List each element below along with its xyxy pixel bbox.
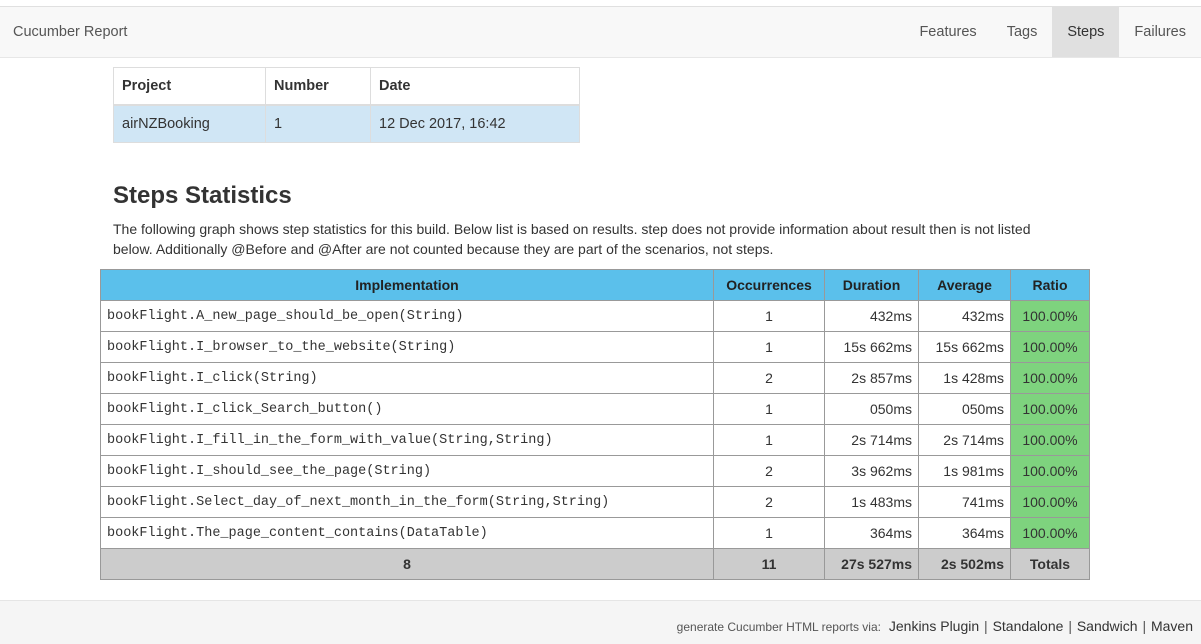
step-average: 050ms <box>918 393 1011 425</box>
nav-features[interactable]: Features <box>904 7 991 57</box>
sandwich-link[interactable]: Sandwich <box>1077 618 1138 634</box>
step-ratio: 100.00% <box>1010 517 1090 549</box>
footer-separator: | <box>1142 618 1147 634</box>
table-row: bookFlight.I_click_Search_button() 1 050… <box>100 393 1090 425</box>
table-row: bookFlight.Select_day_of_next_month_in_t… <box>100 486 1090 518</box>
step-duration: 2s 857ms <box>824 362 919 394</box>
step-ratio: 100.00% <box>1010 486 1090 518</box>
project-header-row: Project Number Date <box>113 67 580 105</box>
step-average: 741ms <box>918 486 1011 518</box>
step-implementation: bookFlight.I_fill_in_the_form_with_value… <box>100 424 714 456</box>
step-implementation: bookFlight.I_should_see_the_page(String) <box>100 455 714 487</box>
totals-label: Totals <box>1010 548 1090 580</box>
step-occurrences: 1 <box>713 300 825 332</box>
footer-prefix: generate Cucumber HTML reports via: <box>676 620 881 634</box>
table-row: bookFlight.I_fill_in_the_form_with_value… <box>100 424 1090 456</box>
maven-link[interactable]: Maven <box>1151 618 1193 634</box>
table-row: bookFlight.A_new_page_should_be_open(Str… <box>100 300 1090 332</box>
total-occurrences: 11 <box>713 548 825 580</box>
step-ratio: 100.00% <box>1010 455 1090 487</box>
step-duration: 3s 962ms <box>824 455 919 487</box>
implementation-header[interactable]: Implementation <box>100 269 714 301</box>
step-duration: 1s 483ms <box>824 486 919 518</box>
build-number: 1 <box>265 104 371 143</box>
step-ratio: 100.00% <box>1010 362 1090 394</box>
brand-title[interactable]: Cucumber Report <box>13 7 127 57</box>
build-date: 12 Dec 2017, 16:42 <box>370 104 580 143</box>
average-header[interactable]: Average <box>918 269 1011 301</box>
jenkins-plugin-link[interactable]: Jenkins Plugin <box>889 618 979 634</box>
browser-top-strip <box>0 0 1201 7</box>
step-ratio: 100.00% <box>1010 300 1090 332</box>
step-occurrences: 2 <box>713 486 825 518</box>
step-ratio: 100.00% <box>1010 424 1090 456</box>
project-info-table: Project Number Date airNZBooking 1 12 De… <box>113 67 580 143</box>
steps-table: Implementation Occurrences Duration Aver… <box>100 269 1090 580</box>
totals-row: 8 11 27s 527ms 2s 502ms Totals <box>100 548 1090 580</box>
step-average: 432ms <box>918 300 1011 332</box>
table-row: bookFlight.The_page_content_contains(Dat… <box>100 517 1090 549</box>
footer-separator: | <box>1068 618 1072 634</box>
step-duration: 15s 662ms <box>824 331 919 363</box>
footer: generate Cucumber HTML reports via: Jenk… <box>0 600 1201 644</box>
step-occurrences: 1 <box>713 424 825 456</box>
step-duration: 432ms <box>824 300 919 332</box>
step-implementation: bookFlight.I_click_Search_button() <box>100 393 714 425</box>
step-duration: 2s 714ms <box>824 424 919 456</box>
page-title: Steps Statistics <box>113 182 292 209</box>
total-steps: 8 <box>100 548 714 580</box>
step-occurrences: 2 <box>713 362 825 394</box>
nav-menu: Features Tags Steps Failures <box>904 7 1201 57</box>
table-row: bookFlight.I_click(String) 2 2s 857ms 1s… <box>100 362 1090 394</box>
project-row: airNZBooking 1 12 Dec 2017, 16:42 <box>113 104 580 143</box>
step-ratio: 100.00% <box>1010 393 1090 425</box>
step-implementation: bookFlight.Select_day_of_next_month_in_t… <box>100 486 714 518</box>
step-average: 364ms <box>918 517 1011 549</box>
nav-failures[interactable]: Failures <box>1119 7 1201 57</box>
step-occurrences: 1 <box>713 393 825 425</box>
total-duration: 27s 527ms <box>824 548 919 580</box>
footer-links: generate Cucumber HTML reports via: Jenk… <box>677 618 1193 634</box>
step-implementation: bookFlight.I_browser_to_the_website(Stri… <box>100 331 714 363</box>
table-row: bookFlight.I_should_see_the_page(String)… <box>100 455 1090 487</box>
step-implementation: bookFlight.The_page_content_contains(Dat… <box>100 517 714 549</box>
step-ratio: 100.00% <box>1010 331 1090 363</box>
nav-tags[interactable]: Tags <box>992 7 1053 57</box>
step-average: 2s 714ms <box>918 424 1011 456</box>
step-average: 1s 981ms <box>918 455 1011 487</box>
date-header: Date <box>370 67 580 105</box>
step-occurrences: 1 <box>713 331 825 363</box>
occurrences-header[interactable]: Occurrences <box>713 269 825 301</box>
footer-separator: | <box>984 618 988 634</box>
table-row: bookFlight.I_browser_to_the_website(Stri… <box>100 331 1090 363</box>
nav-steps[interactable]: Steps <box>1052 7 1120 57</box>
steps-header-row: Implementation Occurrences Duration Aver… <box>100 269 1090 301</box>
project-header: Project <box>113 67 266 105</box>
step-duration: 364ms <box>824 517 919 549</box>
step-implementation: bookFlight.I_click(String) <box>100 362 714 394</box>
step-occurrences: 2 <box>713 455 825 487</box>
ratio-header[interactable]: Ratio <box>1010 269 1090 301</box>
page-description: The following graph shows step statistic… <box>113 221 1031 257</box>
step-average: 1s 428ms <box>918 362 1011 394</box>
navbar: Cucumber Report Features Tags Steps Fail… <box>0 7 1201 58</box>
step-implementation: bookFlight.A_new_page_should_be_open(Str… <box>100 300 714 332</box>
total-average: 2s 502ms <box>918 548 1011 580</box>
step-occurrences: 1 <box>713 517 825 549</box>
step-duration: 050ms <box>824 393 919 425</box>
standalone-link[interactable]: Standalone <box>993 618 1064 634</box>
step-average: 15s 662ms <box>918 331 1011 363</box>
project-name: airNZBooking <box>113 104 266 143</box>
duration-header[interactable]: Duration <box>824 269 919 301</box>
number-header: Number <box>265 67 371 105</box>
